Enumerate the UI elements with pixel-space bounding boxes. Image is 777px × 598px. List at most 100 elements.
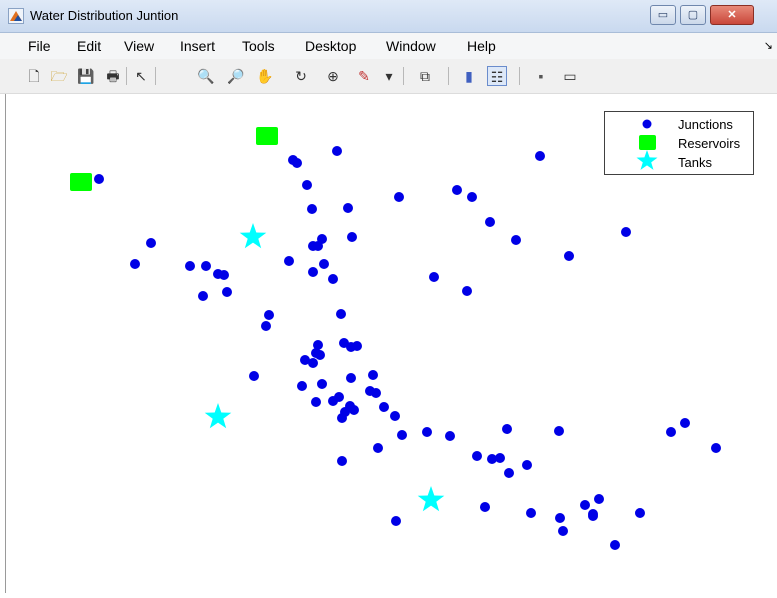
junction-marker — [311, 397, 321, 407]
junction-marker — [332, 146, 342, 156]
link-plot-icon[interactable]: ⧉ — [415, 66, 435, 86]
junction-marker — [368, 370, 378, 380]
junction-marker — [308, 241, 318, 251]
junction-marker — [535, 151, 545, 161]
junction-marker — [452, 185, 462, 195]
menu-overflow-icon[interactable]: ↘ — [764, 39, 773, 52]
junction-marker — [373, 443, 383, 453]
junction-marker — [511, 235, 521, 245]
junction-marker — [319, 259, 329, 269]
junction-marker — [485, 217, 495, 227]
junction-marker — [610, 540, 620, 550]
junction-marker — [219, 270, 229, 280]
junction-marker — [371, 388, 381, 398]
menu-tools[interactable]: Tools — [242, 38, 275, 54]
show-plot-tools-icon[interactable]: ▭ — [560, 66, 580, 86]
junction-marker — [467, 192, 477, 202]
junction-marker — [346, 373, 356, 383]
tank-marker — [204, 403, 232, 429]
junction-marker — [394, 192, 404, 202]
junction-marker — [666, 427, 676, 437]
junction-marker — [261, 321, 271, 331]
tank-marker — [417, 486, 445, 512]
junction-marker — [264, 310, 274, 320]
window-title-bar[interactable]: Water Distribution Juntion ▭ ▢ ✕ — [0, 0, 777, 33]
menu-insert[interactable]: Insert — [180, 38, 215, 54]
junction-marker — [429, 272, 439, 282]
junction-marker — [284, 256, 294, 266]
colorbar-icon[interactable]: ▮ — [459, 66, 479, 86]
junction-marker — [146, 238, 156, 248]
junction-marker — [564, 251, 574, 261]
junction-marker — [317, 379, 327, 389]
figure-toolbar: 🗋 🗁 💾 🖶 ↖ 🔍 🔎 ✋ ↻ ⊕ ✎ ▾ ⧉ ▮ ☷ ▪ ▭ — [0, 59, 777, 94]
junction-marker — [288, 155, 298, 165]
junction-marker — [558, 526, 568, 536]
zoom-in-icon[interactable]: 🔍 — [196, 66, 216, 86]
close-button[interactable]: ✕ — [710, 5, 754, 25]
junction-marker — [198, 291, 208, 301]
junction-marker — [352, 341, 362, 351]
print-icon[interactable]: 🖶 — [103, 66, 123, 86]
save-icon[interactable]: 💾 — [76, 66, 96, 86]
menu-window[interactable]: Window — [386, 38, 436, 54]
menu-edit[interactable]: Edit — [77, 38, 101, 54]
open-file-icon[interactable]: 🗁 — [49, 66, 69, 86]
brush-icon[interactable]: ✎ — [354, 66, 374, 86]
pointer-icon[interactable]: ↖ — [131, 66, 151, 86]
junction-marker — [328, 274, 338, 284]
matlab-app-icon — [8, 8, 24, 24]
junction-marker — [504, 468, 514, 478]
junction-marker — [308, 267, 318, 277]
zoom-out-icon[interactable]: 🔎 — [226, 66, 246, 86]
data-cursor-icon[interactable]: ⊕ — [323, 66, 343, 86]
hide-plot-tools-icon[interactable]: ▪ — [531, 66, 551, 86]
legend-icon[interactable]: ☷ — [487, 66, 507, 86]
junction-marker — [495, 453, 505, 463]
junction-marker — [635, 508, 645, 518]
rotate-3d-icon[interactable]: ↻ — [291, 66, 311, 86]
toolbar-separator — [155, 67, 156, 85]
toolbar-separator — [448, 67, 449, 85]
junction-marker — [185, 261, 195, 271]
junction-marker — [445, 431, 455, 441]
legend-tank-marker — [636, 150, 658, 170]
junction-marker — [397, 430, 407, 440]
junction-marker — [588, 511, 598, 521]
junction-marker — [307, 204, 317, 214]
toolbar-separator — [403, 67, 404, 85]
toolbar-separator — [126, 67, 127, 85]
minimize-button[interactable]: ▭ — [650, 5, 676, 25]
reservoir-marker — [256, 127, 278, 145]
junction-marker — [711, 443, 721, 453]
junction-marker — [526, 508, 536, 518]
junction-marker — [554, 426, 564, 436]
junction-marker — [94, 174, 104, 184]
junction-marker — [336, 309, 346, 319]
junction-marker — [422, 427, 432, 437]
menu-file[interactable]: File — [28, 38, 51, 54]
junction-marker — [391, 516, 401, 526]
brush-dropdown-icon[interactable]: ▾ — [383, 66, 395, 86]
legend-junction-marker — [642, 119, 652, 129]
legend-label-junctions: Junctions — [678, 117, 733, 132]
junction-marker — [472, 451, 482, 461]
pan-hand-icon[interactable]: ✋ — [255, 66, 275, 86]
junction-marker — [379, 402, 389, 412]
junction-marker — [297, 381, 307, 391]
tank-marker — [239, 223, 267, 249]
new-figure-icon[interactable]: 🗋 — [24, 66, 44, 86]
legend[interactable]: Junctions Reservoirs Tanks — [604, 111, 754, 175]
menu-view[interactable]: View — [124, 38, 154, 54]
junction-marker — [334, 392, 344, 402]
junction-marker — [594, 494, 604, 504]
maximize-button[interactable]: ▢ — [680, 5, 706, 25]
menu-bar: File Edit View Insert Tools Desktop Wind… — [0, 33, 777, 59]
junction-marker — [621, 227, 631, 237]
menu-help[interactable]: Help — [467, 38, 496, 54]
junction-marker — [249, 371, 259, 381]
junction-marker — [349, 405, 359, 415]
menu-desktop[interactable]: Desktop — [305, 38, 356, 54]
junction-marker — [222, 287, 232, 297]
legend-markers — [636, 119, 658, 170]
